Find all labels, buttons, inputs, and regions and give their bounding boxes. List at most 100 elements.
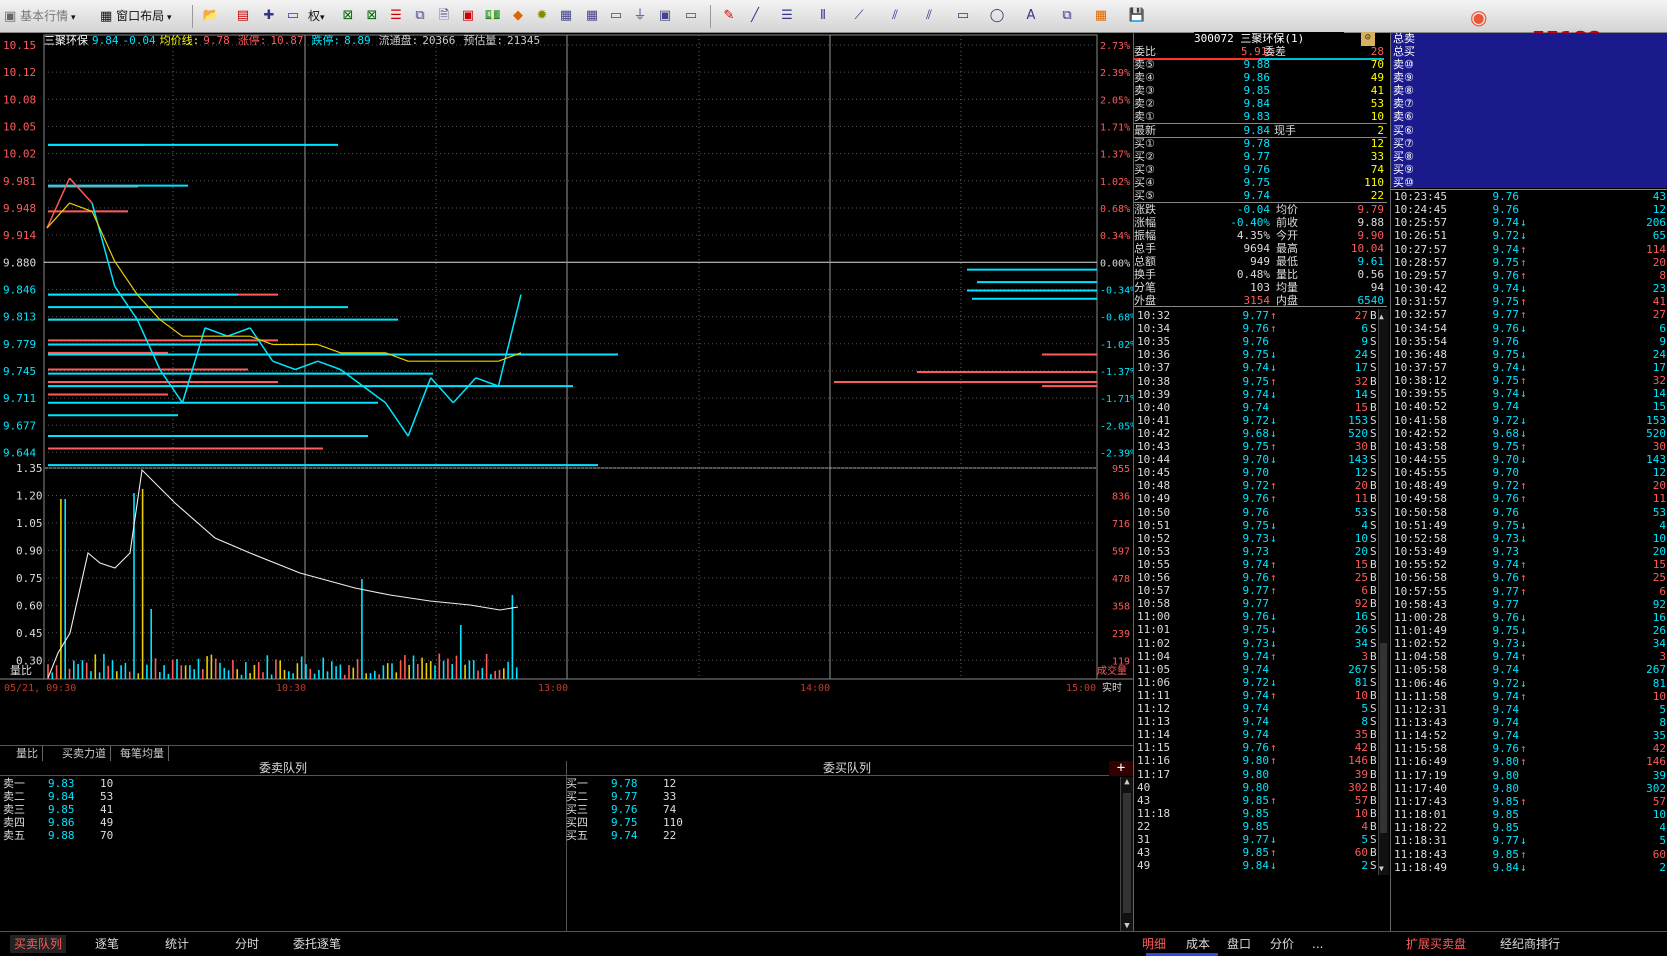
tick2-time: 10:42:52 [1394,426,1447,440]
save-icon[interactable]: 💾 [1126,7,1148,25]
crosshair-icon[interactable]: ✚ [258,7,280,25]
grid-chart2-icon[interactable]: ⊠ [362,7,382,25]
detail-tab[interactable]: ... [1312,935,1323,953]
stat-value: 9.88 [1357,216,1385,229]
scroll-down-icon[interactable]: ▼ [1121,921,1133,931]
scroll-down-icon[interactable]: ▼ [1379,862,1389,875]
tab-maimai-lidao[interactable]: 买卖力道 [58,746,111,761]
tick2-price: 9.74 [1492,716,1520,729]
tick2-time: 10:35:54 [1394,334,1447,348]
deep-ask-label: 卖⑥ [1393,110,1414,123]
tick2-time: 10:53:49 [1394,545,1447,559]
line-chart-icon[interactable]: ⏚ [630,7,650,25]
price-tick-label: 10.02 [3,148,36,161]
list-icon[interactable]: ☰ [386,7,406,25]
circle-icon[interactable]: ◯ [986,7,1008,25]
time-tick-label: 05/21, 09:30 [4,683,76,694]
bottom-tab[interactable]: 买卖队列 [10,935,67,953]
document-icon[interactable]: 🗎 [434,7,454,25]
layout-dropdown[interactable]: ▦ 窗口布局 ▾ [100,7,182,25]
chart-window-icon[interactable]: ▤ [232,7,254,25]
avatar-icon[interactable]: ☺ [1361,32,1375,46]
copy-drawing-icon[interactable]: ⧉ [1056,7,1078,25]
grid-chart-icon[interactable]: ⊠ [338,7,358,25]
bottom-tab[interactable]: 统计 [165,935,189,953]
tick-arrow: ↓ [1270,361,1277,375]
market-dropdown[interactable]: ▣ 基本行情 ▾ [4,7,86,25]
tick-price: 9.76 [1242,610,1270,624]
tick-arrow: ↑ [1270,479,1277,493]
draw-line-icon[interactable]: ✎ [718,7,740,25]
detail-tab[interactable]: 明细 [1142,935,1166,953]
scroll-up-icon[interactable]: ▲ [1121,777,1133,787]
tick2-volume: 8 [1659,716,1666,729]
detail-tab[interactable]: 分价 [1270,935,1294,953]
tick2-volume: 114 [1646,242,1666,256]
tick-time: 10:37 [1137,361,1171,375]
table-icon[interactable]: ▦ [582,7,602,25]
channel-icon[interactable]: ⫽ [918,7,940,25]
tick2-arrow: ↓ [1520,347,1527,361]
bottom-tab[interactable]: 分时 [235,935,259,953]
open-folder-icon[interactable]: 📂 [200,7,222,25]
ratio-tick-label: 1.35 [16,462,43,475]
tick2-time: 11:15:58 [1394,742,1447,756]
warning-icon[interactable]: ◆ [508,7,528,25]
intraday-chart[interactable]: 10.15 2.73% 10.12 2.39% 10.08 2.05% 10.05 1.71%… [0,33,1133,745]
tick-volume: 32 [1354,374,1368,388]
monitor-icon[interactable]: ▣ [458,7,478,25]
tick2-volume: 35 [1652,729,1666,743]
report-icon[interactable]: ▦ [556,7,576,25]
detail-tab[interactable]: 成本 [1186,935,1210,953]
tick-time: 11:11 [1137,688,1171,702]
tick2-volume: 3 [1659,650,1666,664]
copy-icon[interactable]: ⧉ [410,7,430,25]
broker-rank-tab[interactable]: 经纪商排行 [1500,935,1560,953]
scroll-thumb[interactable] [1380,643,1387,833]
queue-scrollbar[interactable]: ▲ ▼ [1120,777,1133,931]
window-edit-icon[interactable]: ▭ [680,7,702,25]
volume-tick-label: 478 [1112,574,1130,585]
price-tick-label: 9.948 [3,202,36,215]
tick2-price: 9.75 [1492,347,1520,361]
parallel-lines-icon[interactable]: ☰ [776,7,798,25]
header-price: 9.84 [92,34,119,47]
tick2-arrow: ↓ [1520,282,1527,296]
window-icon[interactable]: ▭ [282,7,304,25]
bid-level-volume: 33 [1370,150,1384,163]
image-icon[interactable]: ▣ [655,7,675,25]
tab-liangbi[interactable]: 量比 [12,746,43,761]
ray-icon[interactable]: ╱ [744,7,766,25]
fan-lines-icon[interactable]: ⟋ [848,7,870,25]
expand-icon[interactable]: + [1109,761,1133,776]
tab-meibi-junliang[interactable]: 每笔均量 [116,746,169,761]
tick2-price: 9.76 [1492,190,1520,203]
tick2-arrow: ↑ [1520,439,1527,453]
rights-button[interactable]: 权▾ [308,7,332,25]
bottom-tab[interactable]: 委托逐笔 [293,935,341,953]
queue-row-volume: 41 [100,803,114,816]
scroll-up-icon[interactable]: ▲ [1379,310,1389,323]
detail-tab[interactable]: 盘口 [1227,935,1251,953]
tick2-time: 10:37:57 [1394,360,1447,374]
text-icon[interactable]: A [1020,7,1042,25]
tick2-volume: 10 [1652,531,1666,545]
money-icon[interactable]: 💵 [482,7,504,25]
tick-time: 10:53 [1137,544,1171,558]
vertical-lines-icon[interactable]: ⦀ [812,7,834,25]
expanded-depth-tab[interactable]: 扩展买卖盘 [1406,935,1466,953]
tick-arrow: ↓ [1270,453,1277,467]
tick-price: 9.75 [1242,518,1270,532]
gann-icon[interactable]: ⫽ [884,7,906,25]
tick2-time: 11:18:31 [1394,834,1447,848]
settings-icon[interactable]: ✹ [532,7,552,25]
color-icon[interactable]: ▦ [1090,7,1112,25]
tick2-arrow: ↑ [1520,742,1527,756]
bottom-tab[interactable]: 逐笔 [95,935,119,953]
tick-time: 10:43 [1137,440,1171,453]
tick2-volume: 60 [1652,847,1666,861]
bid-level-volume: 110 [1364,176,1384,189]
window-chart-icon[interactable]: ▭ [606,7,626,25]
scroll-thumb[interactable] [1123,793,1131,913]
rectangle-icon[interactable]: ▭ [952,7,974,25]
